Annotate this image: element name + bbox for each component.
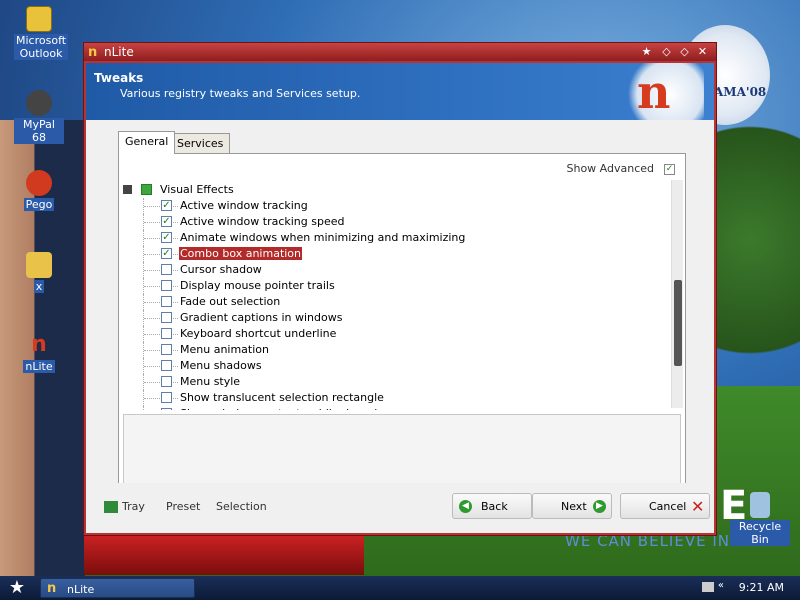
- tree-node-checkbox[interactable]: [161, 296, 172, 307]
- desktop-icon-outlook[interactable]: Microsoft Outlook: [14, 6, 69, 60]
- tab-panel-general: Show Advanced ✓ Visual Effects ✓ Active wi…: [118, 153, 686, 525]
- tree-node-label: Menu animation: [180, 343, 269, 356]
- taskbar-item-nlite[interactable]: n nLite: [40, 578, 195, 598]
- nlite-logo-icon: n: [619, 63, 704, 120]
- nlite-window: n nLite ★ ◇ ◇ ✕ Tweaks Various registry …: [83, 42, 717, 536]
- close-button[interactable]: ✕: [695, 45, 710, 59]
- tree-node-checkbox[interactable]: [161, 360, 172, 371]
- nlite-icon: n: [31, 332, 47, 357]
- minimize-button[interactable]: ◇: [659, 45, 674, 59]
- tweaks-tree: Visual Effects ✓ Active window tracking ✓ A…: [123, 182, 668, 410]
- show-advanced-checkbox[interactable]: ✓: [664, 163, 675, 175]
- star-icon[interactable]: ★: [639, 45, 654, 59]
- next-arrow-icon: ▶: [593, 500, 606, 513]
- tree-node-checkbox[interactable]: [161, 408, 172, 410]
- desktop-icon-label: x: [33, 280, 45, 293]
- tree-node-label: Visual Effects: [160, 183, 234, 196]
- next-label: Next: [561, 500, 587, 513]
- tray-button[interactable]: Tray: [104, 500, 145, 513]
- tree-node-label: Cursor shadow: [180, 263, 262, 276]
- window-titlebar[interactable]: n nLite ★ ◇ ◇ ✕: [84, 43, 716, 61]
- tray-download-icon: [104, 501, 118, 513]
- tray-expand-icon[interactable]: «: [718, 580, 724, 591]
- folder-icon: [26, 252, 52, 278]
- cancel-button[interactable]: Cancel ✕: [620, 493, 710, 519]
- tree-scrollbar[interactable]: [671, 180, 683, 408]
- desktop-icon-pego[interactable]: Pego: [14, 170, 64, 211]
- taskbar-clock[interactable]: 9:21 AM: [739, 581, 784, 594]
- scrollbar-thumb[interactable]: [674, 280, 682, 366]
- tree-node-checkbox[interactable]: [161, 392, 172, 403]
- tree-node-label: Show window contents while dragging: [179, 407, 392, 410]
- tab-general[interactable]: General: [118, 131, 176, 154]
- tree-node-label: Active window tracking: [180, 199, 308, 212]
- keyboard-icon[interactable]: [702, 582, 714, 592]
- start-star-icon: ★: [8, 577, 26, 598]
- show-advanced-label: Show Advanced: [566, 162, 654, 175]
- desktop-icon-recycle-bin[interactable]: Recycle Bin: [730, 492, 790, 546]
- tree-node-label: Active window tracking speed: [180, 215, 345, 228]
- nlite-icon: n: [88, 45, 98, 60]
- tree-node-label: Gradient captions in windows: [180, 311, 343, 324]
- page-subtitle: Various registry tweaks and Services set…: [120, 87, 361, 100]
- outlook-icon: [26, 6, 52, 32]
- tree-node-checkbox[interactable]: [161, 280, 172, 291]
- tree-node-label: Display mouse pointer trails: [180, 279, 335, 292]
- tree-node-checkbox[interactable]: ✓: [161, 232, 172, 243]
- tree-node-checkbox[interactable]: [161, 328, 172, 339]
- tree-node-label: Combo box animation: [179, 247, 303, 260]
- tree-node-checkbox[interactable]: ✓: [161, 216, 172, 227]
- desktop-wallpaper-logo-text: AMA'08: [714, 85, 767, 99]
- maximize-button[interactable]: ◇: [677, 45, 692, 59]
- tree-node-label: Animate windows when minimizing and maxi…: [180, 231, 466, 244]
- tree-node-label: Show translucent selection rectangle: [180, 391, 384, 404]
- window-footer: Tray Preset Selection ◀ Back Next ▶ Canc…: [86, 483, 714, 533]
- taskbar: ★ n nLite « 9:21 AM: [0, 576, 800, 600]
- tree-node-checkbox[interactable]: [161, 344, 172, 355]
- tree-expander-icon[interactable]: [123, 185, 132, 194]
- back-label: Back: [481, 500, 508, 513]
- tree-node-checkbox[interactable]: [161, 376, 172, 387]
- tree-node-checkbox[interactable]: [161, 312, 172, 323]
- cancel-label: Cancel: [649, 500, 687, 513]
- taskbar-item-label: nLite: [67, 583, 95, 596]
- desktop-icon-nlite[interactable]: n nLite: [14, 332, 64, 373]
- cancel-x-icon: ✕: [691, 497, 705, 516]
- tree-node-label: Fade out selection: [180, 295, 281, 308]
- tree-node-label: Menu style: [180, 375, 241, 388]
- window-title: nLite: [104, 45, 134, 59]
- window-client: Tweaks Various registry tweaks and Servi…: [86, 63, 714, 533]
- page-title: Tweaks: [94, 71, 144, 85]
- desktop-icon-folder[interactable]: x: [14, 252, 64, 293]
- tree-node-checkbox[interactable]: ✓: [161, 200, 172, 211]
- next-button[interactable]: Next ▶: [532, 493, 612, 519]
- pego-icon: [26, 170, 52, 196]
- tree-node-label: Keyboard shortcut underline: [180, 327, 337, 340]
- start-button[interactable]: ★: [6, 578, 28, 598]
- desktop-icon-label: Recycle Bin: [730, 520, 790, 546]
- desktop-icon-label: MyPal 68: [14, 118, 64, 144]
- back-arrow-icon: ◀: [459, 500, 472, 513]
- page-header: Tweaks Various registry tweaks and Servi…: [86, 63, 714, 120]
- raccoon-icon: [26, 90, 52, 116]
- desktop-icon-label: Pego: [23, 198, 55, 211]
- tree-node-checkbox[interactable]: ✓: [161, 248, 172, 259]
- tree-node-checkbox[interactable]: [141, 184, 152, 195]
- recycle-bin-icon: [750, 492, 770, 518]
- tab-services[interactable]: Services: [170, 133, 231, 154]
- tree-node-label: Menu shadows: [180, 359, 262, 372]
- tree-node-checkbox[interactable]: [161, 264, 172, 275]
- preset-button[interactable]: Preset: [166, 500, 200, 513]
- nlite-icon: n: [47, 581, 57, 596]
- desktop-icon-label: Microsoft Outlook: [14, 34, 69, 60]
- show-advanced-toggle[interactable]: Show Advanced ✓: [566, 162, 675, 175]
- desktop-icon-mypal[interactable]: MyPal 68: [14, 90, 64, 144]
- desktop-icon-label: nLite: [23, 360, 55, 373]
- selection-button[interactable]: Selection: [216, 500, 267, 513]
- tray-label: Tray: [122, 500, 145, 513]
- desktop-wallpaper-banner: [84, 535, 364, 575]
- back-button[interactable]: ◀ Back: [452, 493, 532, 519]
